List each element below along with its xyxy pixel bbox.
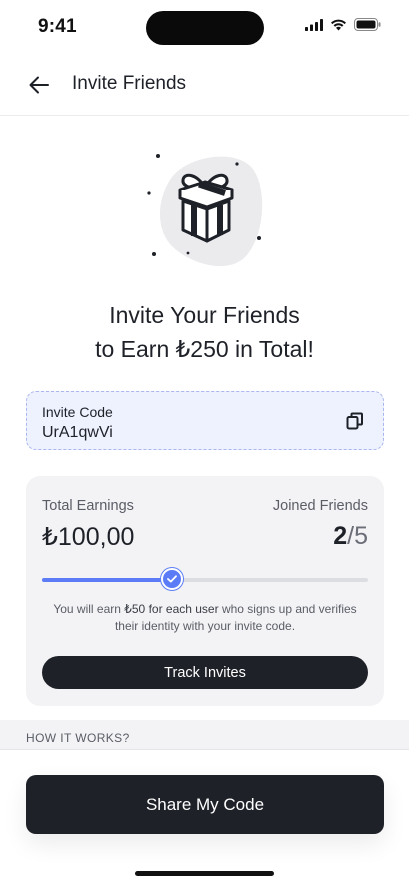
check-icon	[167, 575, 178, 583]
how-it-works-label: HOW IT WORKS?	[26, 731, 130, 745]
hero-title-line-2: to Earn ₺250 in Total!	[95, 336, 314, 362]
friends-total-count: 5	[354, 522, 368, 550]
invite-code-value: UrA1qwVi	[42, 424, 113, 441]
progress-knob[interactable]	[161, 568, 184, 590]
how-it-works-section[interactable]: HOW IT WORKS?	[0, 720, 409, 750]
progress-fill	[42, 578, 173, 582]
back-button[interactable]	[26, 72, 52, 98]
joined-friends-value: 2/5	[333, 522, 368, 551]
home-indicator	[135, 871, 274, 876]
track-invites-button[interactable]: Track Invites	[42, 656, 368, 689]
total-earnings-value: ₺100,00	[42, 523, 135, 551]
wifi-icon	[331, 19, 346, 30]
gift-illustration	[140, 146, 270, 272]
header: Invite Friends	[0, 56, 409, 116]
joined-friends-label: Joined Friends	[272, 498, 368, 514]
status-bar: 9:41	[0, 0, 409, 56]
earnings-card: Total Earnings Joined Friends ₺100,00 2/…	[26, 476, 384, 706]
friends-joined-count: 2	[333, 522, 348, 550]
earnings-note-highlight: ₺50 for each user	[124, 602, 219, 616]
dynamic-island	[146, 11, 264, 45]
gift-box-icon	[147, 154, 263, 267]
page-title: Invite Friends	[72, 73, 187, 94]
total-earnings-label: Total Earnings	[42, 498, 134, 514]
hero-title: Invite Your Friends to Earn ₺250 in Tota…	[0, 298, 409, 366]
earnings-note-part-1: You will earn	[53, 602, 125, 616]
copy-code-button[interactable]	[345, 411, 365, 431]
invite-code-card: Invite Code UrA1qwVi	[26, 391, 384, 450]
status-time: 9:41	[38, 16, 77, 37]
earnings-note: You will earn ₺50 for each user who sign…	[42, 601, 368, 635]
invite-progress-bar	[42, 568, 368, 590]
battery-icon	[354, 18, 381, 31]
hero-title-line-1: Invite Your Friends	[109, 302, 300, 328]
signal-icon	[305, 18, 323, 31]
share-code-button[interactable]: Share My Code	[26, 775, 384, 834]
status-icons	[305, 18, 381, 31]
copy-icon	[346, 412, 363, 430]
arrow-left-icon	[29, 76, 49, 94]
invite-code-label: Invite Code	[42, 404, 113, 420]
